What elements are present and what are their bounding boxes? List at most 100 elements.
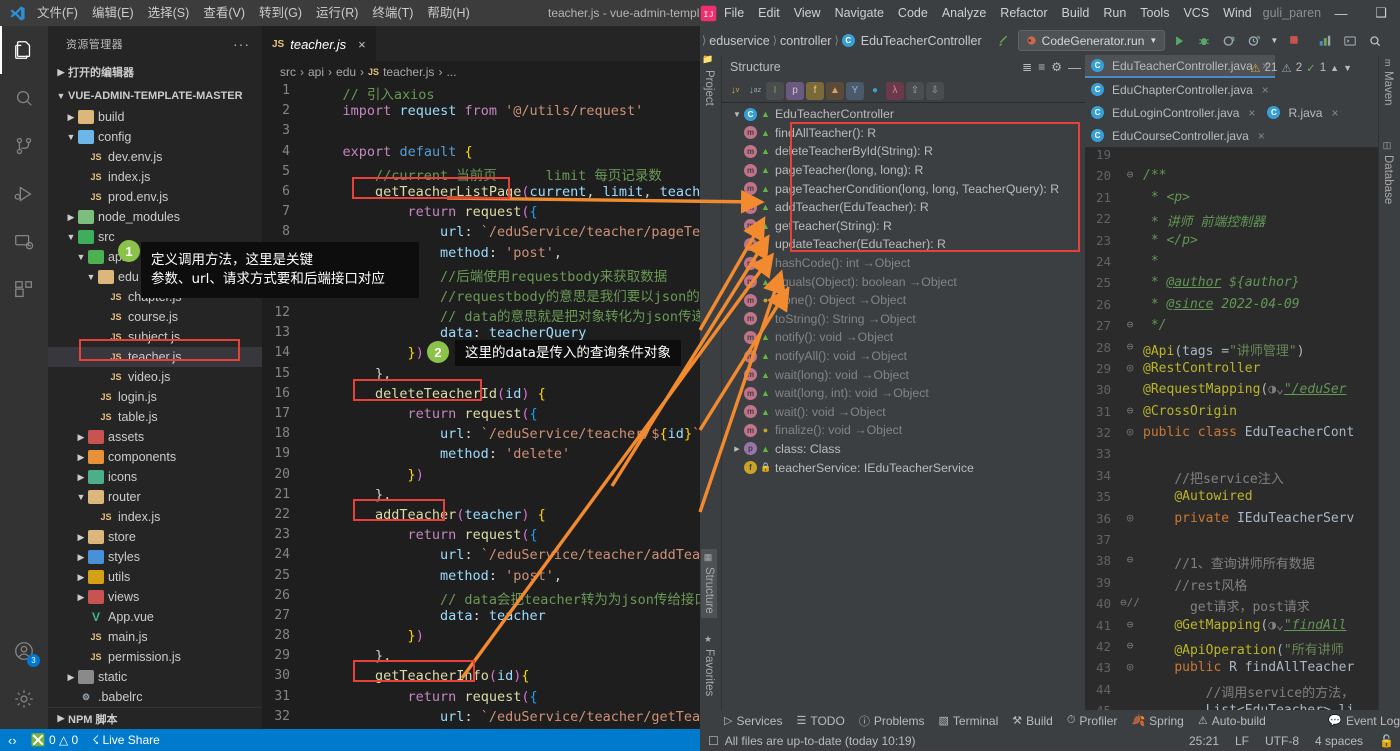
gutter-marker[interactable]: ⊖ bbox=[1117, 553, 1143, 574]
idea-breadcrumb-eduservice[interactable]: eduservice bbox=[709, 34, 769, 48]
structure-item[interactable]: m ● clone(): Object →Object bbox=[722, 291, 1085, 310]
run-configuration-selector[interactable]: CodeGenerator.run ▼ bbox=[1017, 30, 1166, 51]
structure-item[interactable]: m ▲ wait(): void →Object bbox=[722, 403, 1085, 422]
gutter-marker[interactable] bbox=[1117, 682, 1143, 703]
menu-run[interactable]: 运行(R) bbox=[309, 0, 365, 26]
structure-item[interactable]: m ▲ pageTeacherCondition(long, long, Teach… bbox=[722, 179, 1085, 198]
tool-window-build[interactable]: ⚒ Build bbox=[1012, 714, 1053, 728]
tree-item-course-js[interactable]: JS course.js bbox=[48, 307, 262, 327]
gutter-marker[interactable] bbox=[1117, 468, 1143, 489]
terminal-icon[interactable] bbox=[1339, 30, 1361, 52]
gutter-marker[interactable]: ⊖ bbox=[1117, 404, 1143, 425]
show-properties-icon[interactable]: p bbox=[786, 81, 804, 100]
sort-alphabetically-icon[interactable]: ↓ az bbox=[746, 82, 764, 100]
gutter-marker[interactable] bbox=[1117, 254, 1143, 275]
tool-tab-favorites[interactable]: ★ Favorites bbox=[703, 635, 715, 696]
close-icon[interactable]: × bbox=[1331, 106, 1338, 120]
gutter-marker[interactable]: ◎ bbox=[1117, 660, 1143, 681]
tree-item-prod-env-js[interactable]: JS prod.env.js bbox=[48, 187, 262, 207]
idea-menu-tools[interactable]: Tools bbox=[1133, 0, 1176, 26]
gutter-marker[interactable]: ⊖ bbox=[1117, 618, 1143, 639]
gutter-marker[interactable]: ⊖// bbox=[1117, 596, 1143, 617]
tree-item-login-js[interactable]: JS login.js bbox=[48, 387, 262, 407]
tree-item-table-js[interactable]: JS table.js bbox=[48, 407, 262, 427]
tree-item-assets[interactable]: ▶ assets bbox=[48, 427, 262, 447]
idea-menu-view[interactable]: View bbox=[787, 0, 828, 26]
structure-item[interactable]: m ▲ deleteTeacherById(String): R bbox=[722, 142, 1085, 161]
gutter-marker[interactable] bbox=[1117, 489, 1143, 510]
menu-terminal[interactable]: 终端(T) bbox=[365, 0, 420, 26]
show-non-public-icon[interactable]: ▲ bbox=[826, 81, 844, 100]
accounts-icon[interactable]: 3 bbox=[0, 627, 48, 675]
gutter-marker[interactable]: ⊖ bbox=[1117, 340, 1143, 361]
show-lambdas-icon[interactable]: λ bbox=[886, 81, 904, 100]
tree-item-node_modules[interactable]: ▶ node_modules bbox=[48, 207, 262, 227]
tool-tab-project[interactable]: 📁 Project bbox=[703, 55, 715, 106]
menu-file[interactable]: 文件(F) bbox=[30, 0, 85, 26]
structure-item[interactable]: m ▲ updateTeacher(EduTeacher): R bbox=[722, 235, 1085, 254]
tree-item-views[interactable]: ▶ views bbox=[48, 587, 262, 607]
structure-item[interactable]: ▶ p ▲ class: Class bbox=[722, 440, 1085, 459]
menu-edit[interactable]: 编辑(E) bbox=[85, 0, 141, 26]
tree-item-static[interactable]: ▶ static bbox=[48, 667, 262, 687]
editor-tab-r-java[interactable]: C R.java × bbox=[1261, 101, 1344, 124]
structure-item[interactable]: m ▲ notify(): void →Object bbox=[722, 328, 1085, 347]
idea-menu-window[interactable]: Wind bbox=[1216, 0, 1258, 26]
tool-window-profiler[interactable]: ⏱ Profiler bbox=[1067, 714, 1118, 728]
idea-menu-analyze[interactable]: Analyze bbox=[935, 0, 993, 26]
live-share-status[interactable]: ☇ Live Share bbox=[92, 733, 160, 747]
project-root-section[interactable]: ▼ VUE-ADMIN-TEMPLATE-MASTER bbox=[48, 85, 262, 107]
expand-all-icon[interactable]: ≣ bbox=[1022, 60, 1032, 74]
read-write-lock-icon[interactable]: 🔓 bbox=[1379, 734, 1394, 748]
idea-menu-vcs[interactable]: VCS bbox=[1176, 0, 1216, 26]
search-everywhere-icon[interactable] bbox=[1364, 30, 1386, 52]
run-coverage-icon[interactable] bbox=[1218, 30, 1240, 52]
gutter-marker[interactable] bbox=[1117, 190, 1143, 211]
tool-window-terminal[interactable]: ▧ Terminal bbox=[939, 714, 999, 728]
show-anonymous-icon[interactable]: ● bbox=[866, 82, 884, 100]
close-icon[interactable]: × bbox=[1258, 129, 1265, 143]
tab-teacher-js[interactable]: JS teacher.js × bbox=[262, 26, 376, 61]
tree-item-video-js[interactable]: JS video.js bbox=[48, 367, 262, 387]
idea-menu-build[interactable]: Build bbox=[1055, 0, 1097, 26]
idea-menu-edit[interactable]: Edit bbox=[751, 0, 787, 26]
structure-item[interactable]: m ▲ pageTeacher(long, long): R bbox=[722, 161, 1085, 180]
gutter-marker[interactable]: ⊖ bbox=[1117, 318, 1143, 339]
hide-icon[interactable]: — bbox=[1068, 60, 1081, 75]
tree-item-app-vue[interactable]: V App.vue bbox=[48, 607, 262, 627]
editor-tab-eduteachercontroller-java[interactable]: C EduTeacherController.java × bbox=[1085, 55, 1275, 78]
more-actions-icon[interactable]: ··· bbox=[233, 36, 250, 52]
tree-item-store[interactable]: ▶ store bbox=[48, 527, 262, 547]
tree-item-index-js[interactable]: JS index.js bbox=[48, 167, 262, 187]
minimize-button[interactable]: — bbox=[1321, 0, 1361, 26]
gutter-marker[interactable] bbox=[1117, 532, 1143, 553]
tool-window-auto-build[interactable]: ⚠ Auto-build bbox=[1198, 714, 1266, 728]
gear-icon[interactable]: ⚙ bbox=[1051, 60, 1062, 74]
gutter-marker[interactable] bbox=[1117, 446, 1143, 467]
inspection-widget[interactable]: ⚠ 21 ⚠ 2 ✓ 1 ▲ ▼ bbox=[1250, 61, 1352, 75]
tree-item-build[interactable]: ▶ build bbox=[48, 107, 262, 127]
gutter-marker[interactable]: ◎ bbox=[1117, 361, 1143, 382]
tree-item-subject-js[interactable]: JS subject.js bbox=[48, 327, 262, 347]
breadcrumb-symbol[interactable]: ... bbox=[446, 65, 456, 79]
prev-problem-icon[interactable]: ▲ bbox=[1330, 63, 1339, 73]
structure-item[interactable]: m ▲ findAllTeacher(): R bbox=[722, 124, 1085, 143]
explorer-icon[interactable] bbox=[0, 26, 48, 74]
structure-item[interactable]: m ▲ hashCode(): int →Object bbox=[722, 254, 1085, 273]
indent-setting[interactable]: 4 spaces bbox=[1315, 734, 1363, 748]
editor-tab-educoursecontroller-java[interactable]: C EduCourseController.java × bbox=[1085, 124, 1271, 147]
tree-item-main-js[interactable]: JS main.js bbox=[48, 627, 262, 647]
code-content[interactable]: 1 // 引入axios 2 import request from '@/uti… bbox=[262, 83, 700, 729]
maximize-button[interactable]: ❑ bbox=[1361, 0, 1400, 26]
gutter-marker[interactable] bbox=[1117, 382, 1143, 403]
caret-position[interactable]: 25:21 bbox=[1189, 734, 1219, 748]
menu-view[interactable]: 查看(V) bbox=[196, 0, 252, 26]
source-control-icon[interactable] bbox=[0, 122, 48, 170]
file-encoding[interactable]: UTF-8 bbox=[1265, 734, 1299, 748]
idea-menu-code[interactable]: Code bbox=[891, 0, 935, 26]
npm-scripts-section[interactable]: ▶ NPM 脚本 bbox=[48, 707, 262, 729]
build-hammer-icon[interactable] bbox=[993, 30, 1015, 52]
run-debug-icon[interactable] bbox=[0, 170, 48, 218]
tree-item-components[interactable]: ▶ components bbox=[48, 447, 262, 467]
run-icon[interactable] bbox=[1168, 30, 1190, 52]
